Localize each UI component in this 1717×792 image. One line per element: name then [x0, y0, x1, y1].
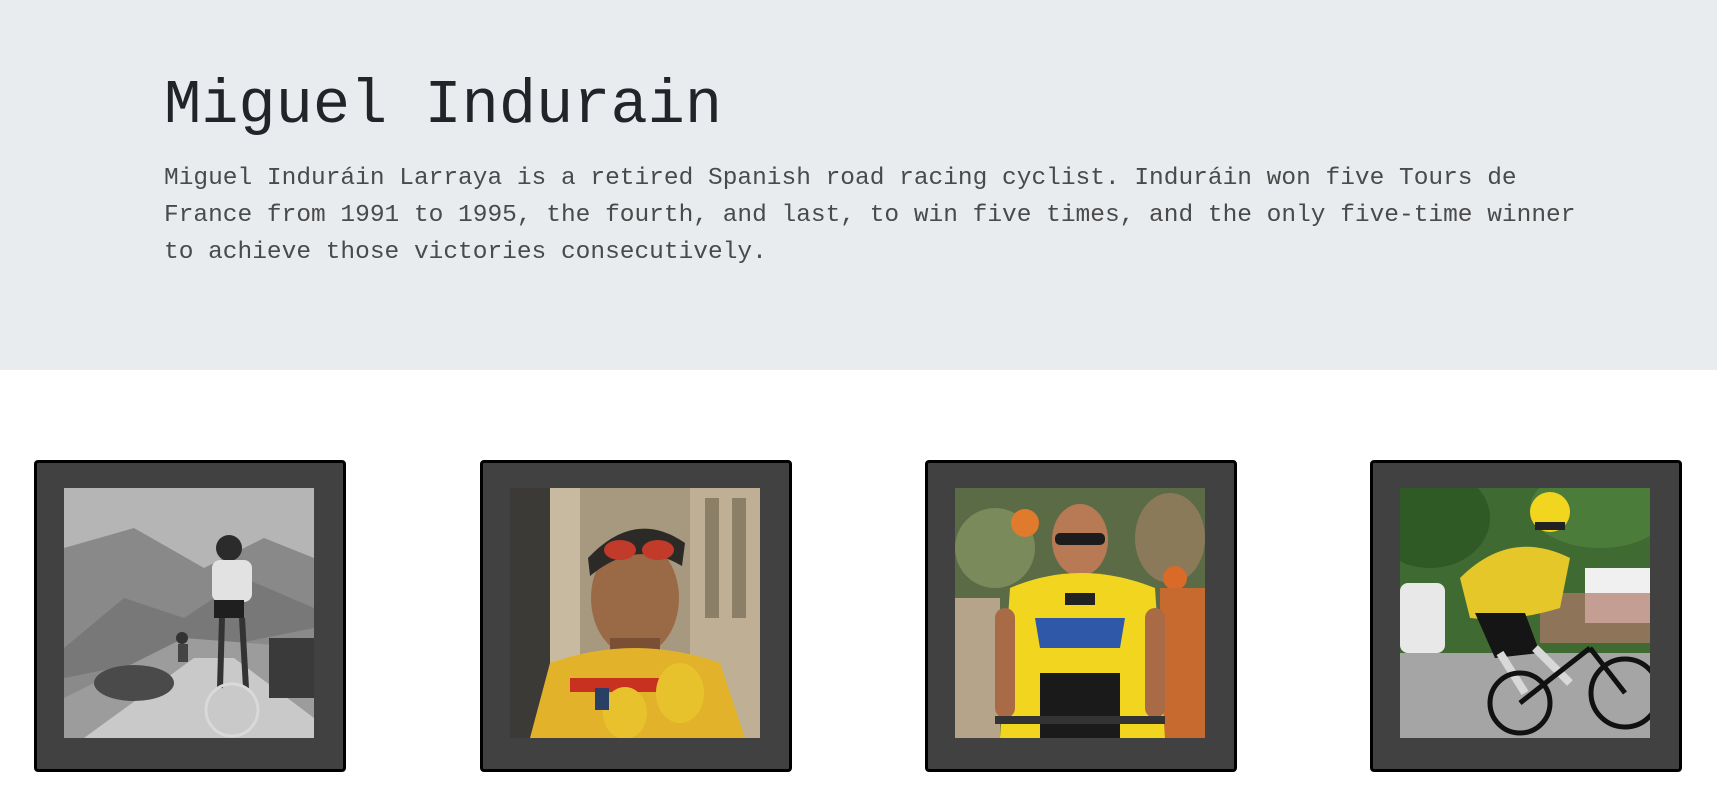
- page-title: Miguel Indurain: [164, 70, 723, 141]
- photo-card-1: [34, 460, 346, 772]
- photo-card-2: [480, 460, 792, 772]
- cyclist-bandana-image: [510, 488, 760, 738]
- hero-section: Miguel Indurain Miguel Induráin Larraya …: [0, 0, 1717, 370]
- cyclist-photo-1: [64, 488, 314, 738]
- cyclist-sunglasses-image: [955, 488, 1205, 738]
- photo-gallery: [0, 460, 1717, 772]
- photo-card-3: [925, 460, 1237, 772]
- photo-card-4: [1370, 460, 1682, 772]
- mountain-climb-image: [64, 488, 314, 738]
- cyclist-descending-image: [1400, 488, 1650, 738]
- cyclist-photo-3: [955, 488, 1205, 738]
- cyclist-photo-2: [510, 488, 760, 738]
- page-description: Miguel Induráin Larraya is a retired Spa…: [164, 165, 1576, 266]
- cyclist-photo-4: [1400, 488, 1650, 738]
